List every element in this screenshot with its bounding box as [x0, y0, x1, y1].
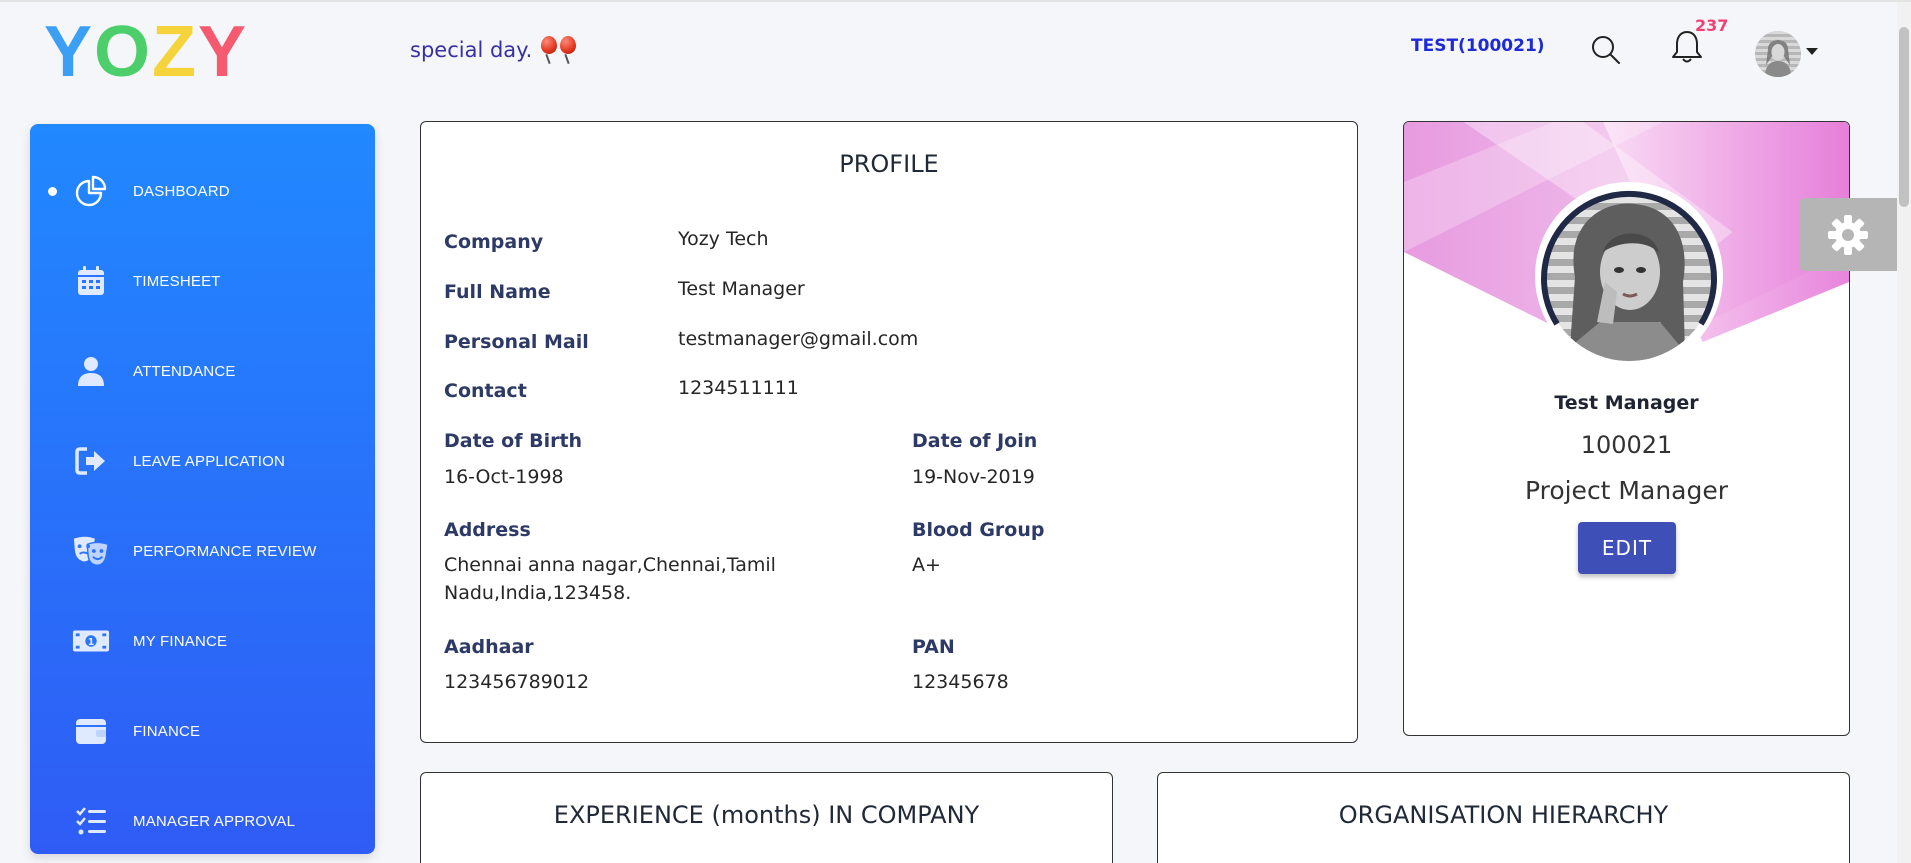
- address-label: Address: [444, 519, 531, 541]
- tasks-icon: [72, 802, 110, 840]
- settings-button[interactable]: [1799, 198, 1897, 271]
- aadhaar-label: Aadhaar: [444, 636, 534, 658]
- logo-letter: O: [94, 12, 153, 92]
- profile-photo: [1535, 182, 1723, 370]
- dob-value: 16-Oct-1998: [444, 466, 564, 488]
- doj-label: Date of Join: [912, 430, 1038, 452]
- sidebar-item-leave-application[interactable]: LEAVE APPLICATION: [30, 431, 375, 491]
- company-value: Yozy Tech: [678, 228, 769, 250]
- pan-label: PAN: [912, 636, 955, 658]
- wallet-icon: [72, 712, 110, 750]
- sidebar-item-timesheet[interactable]: TIMESHEET: [30, 251, 375, 311]
- balloons-icon: [540, 36, 577, 64]
- sidebar-item-manager-approval[interactable]: MANAGER APPROVAL: [30, 791, 375, 851]
- chevron-down-icon[interactable]: [1806, 48, 1818, 55]
- contact-label: Contact: [444, 380, 527, 402]
- user-icon: [72, 352, 110, 390]
- logo-letter: Y: [44, 12, 95, 92]
- sidebar-item-label: DASHBOARD: [133, 182, 230, 200]
- dob-label: Date of Birth: [444, 430, 583, 452]
- sidebar-item-label: LEAVE APPLICATION: [133, 452, 286, 470]
- masks-icon: [72, 532, 110, 570]
- aadhaar-value: 123456789012: [444, 671, 590, 693]
- doj-value: 19-Nov-2019: [912, 466, 1035, 488]
- sidebar-item-performance-review[interactable]: PERFORMANCE REVIEW: [30, 521, 375, 581]
- sidebar-item-attendance[interactable]: ATTENDANCE: [30, 341, 375, 401]
- profile-summary-card: Test Manager 100021 Project Manager EDIT: [1403, 121, 1850, 736]
- sidebar-item-label: PERFORMANCE REVIEW: [133, 542, 317, 560]
- blood-group-label: Blood Group: [912, 519, 1045, 541]
- address-line-1: Chennai anna nagar,Chennai,Tamil: [444, 554, 776, 576]
- sidebar-item-finance[interactable]: FINANCE: [30, 701, 375, 761]
- sidebar-item-label: ATTENDANCE: [133, 362, 236, 380]
- full-name-value: Test Manager: [678, 278, 805, 300]
- employee-name: Test Manager: [1554, 392, 1699, 414]
- personal-mail-value: testmanager@gmail.com: [678, 328, 919, 350]
- sidebar-item-dashboard[interactable]: DASHBOARD: [30, 161, 375, 221]
- search-icon[interactable]: [1590, 34, 1622, 66]
- profile-title: PROFILE: [839, 150, 939, 178]
- gear-icon: [1828, 214, 1868, 255]
- address-line-2: Nadu,India,123458.: [444, 582, 632, 604]
- blood-group-value: A+: [912, 554, 941, 576]
- user-code: TEST(100021): [1411, 36, 1545, 56]
- page-scrollbar[interactable]: [1897, 2, 1911, 863]
- calendar-icon: [72, 262, 110, 300]
- money-bill-icon: 1: [72, 622, 110, 660]
- avatar[interactable]: [1755, 31, 1801, 77]
- sidebar: DASHBOARD TIMESHEET ATTENDANCE LEAVE APP…: [30, 124, 375, 854]
- svg-text:1: 1: [88, 637, 95, 648]
- header-tagline: special day.: [410, 36, 577, 64]
- sidebar-item-label: TIMESHEET: [133, 272, 221, 290]
- scrollbar-thumb[interactable]: [1899, 27, 1909, 207]
- logo-letter: Y: [198, 12, 249, 92]
- sidebar-item-label: FINANCE: [133, 722, 201, 740]
- yozy-logo[interactable]: YOZY: [44, 16, 248, 88]
- active-indicator: [48, 186, 57, 196]
- experience-card: EXPERIENCE (months) IN COMPANY: [420, 772, 1113, 863]
- full-name-label: Full Name: [444, 281, 551, 303]
- contact-value: 1234511111: [678, 377, 799, 399]
- sidebar-item-my-finance[interactable]: 1 MY FINANCE: [30, 611, 375, 671]
- notification-badge: 237: [1695, 16, 1729, 35]
- experience-title: EXPERIENCE (months) IN COMPANY: [553, 801, 980, 829]
- tagline-text: special day.: [410, 38, 533, 62]
- organisation-hierarchy-card: ORGANISATION HIERARCHY: [1157, 772, 1850, 863]
- chart-pie-icon: [72, 172, 110, 210]
- sign-out-icon: [72, 442, 110, 480]
- organisation-hierarchy-title: ORGANISATION HIERARCHY: [1338, 801, 1669, 829]
- sidebar-item-label: MY FINANCE: [133, 632, 228, 650]
- pan-value: 12345678: [912, 671, 1009, 693]
- personal-mail-label: Personal Mail: [444, 331, 589, 353]
- employee-role: Project Manager: [1524, 476, 1729, 505]
- profile-card: PROFILE Company Yozy Tech Full Name Test…: [420, 121, 1358, 743]
- logo-letter: Z: [152, 12, 199, 92]
- company-label: Company: [444, 231, 544, 253]
- sidebar-item-label: MANAGER APPROVAL: [133, 812, 296, 830]
- employee-id: 100021: [1580, 431, 1673, 459]
- edit-button[interactable]: EDIT: [1578, 522, 1676, 574]
